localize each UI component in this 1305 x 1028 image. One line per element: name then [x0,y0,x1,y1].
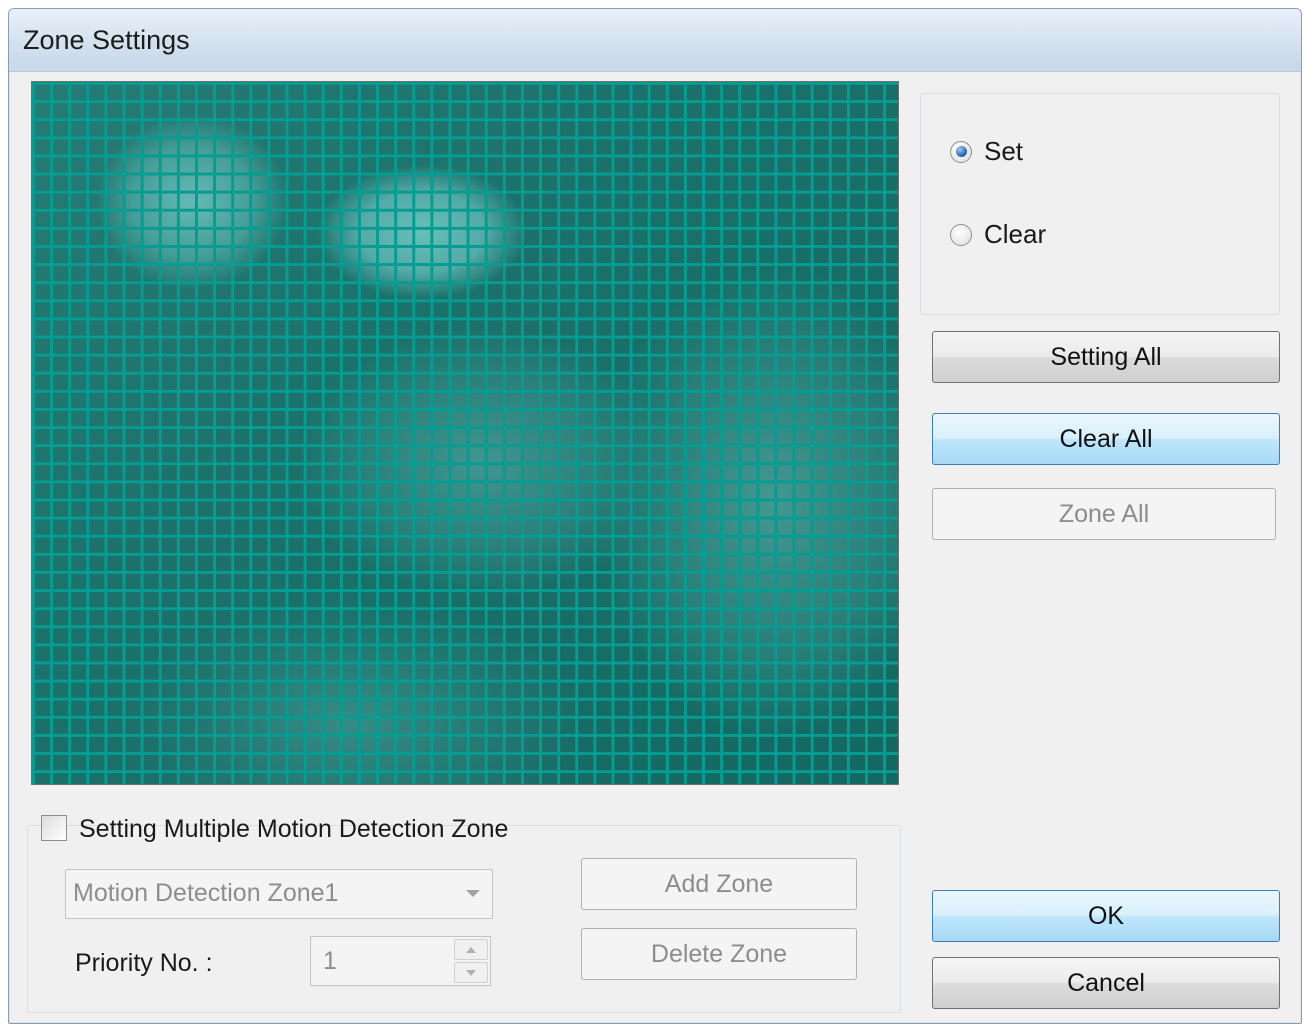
stepper-up-button[interactable] [454,939,488,960]
radio-set-button[interactable] [950,140,972,163]
radio-clear[interactable]: Clear [950,219,1046,250]
priority-label: Priority No. : [75,949,213,977]
radio-set[interactable]: Set [950,136,1023,167]
clear-all-button[interactable]: Clear All [932,413,1280,465]
priority-stepper[interactable]: 1 [310,936,491,986]
arrow-up-icon [466,946,476,953]
zone-settings-dialog: Zone Settings Set Clear Setting All Clea… [8,8,1302,1024]
delete-zone-button[interactable]: Delete Zone [581,928,857,980]
title-bar[interactable]: Zone Settings [9,9,1301,72]
multi-zone-checkbox[interactable] [41,815,67,841]
stepper-down-button[interactable] [454,962,488,983]
zone-all-button[interactable]: Zone All [932,488,1276,540]
mode-group [920,93,1280,315]
radio-clear-label: Clear [984,219,1047,249]
add-zone-button[interactable]: Add Zone [581,858,857,910]
multi-zone-checkbox-label: Setting Multiple Motion Detection Zone [79,815,509,843]
cancel-button[interactable]: Cancel [932,957,1280,1009]
chevron-down-icon [466,890,480,897]
window-title: Zone Settings [23,25,190,55]
zone-select-dropdown[interactable]: Motion Detection Zone1 [65,869,493,919]
radio-clear-button[interactable] [950,223,972,246]
priority-stepper-buttons [454,939,488,983]
camera-zone-grid[interactable] [31,81,899,785]
radio-set-label: Set [984,136,1024,166]
arrow-down-icon [466,969,476,976]
radio-selected-dot [955,146,967,157]
ok-button[interactable]: OK [932,890,1280,942]
zone-select-value: Motion Detection Zone1 [73,879,339,907]
setting-all-button[interactable]: Setting All [932,331,1280,383]
priority-value: 1 [323,947,337,975]
